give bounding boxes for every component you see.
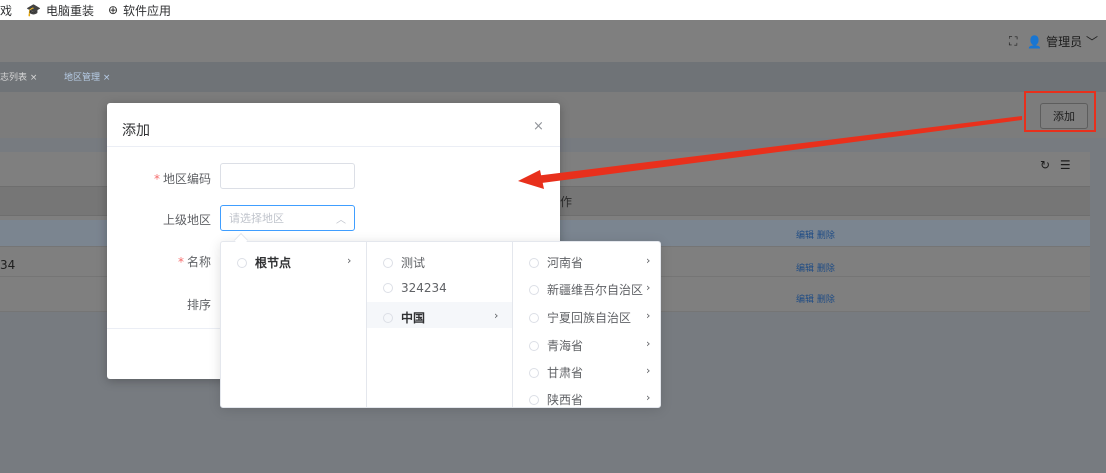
radio-icon[interactable] xyxy=(529,257,539,268)
bookmarks-bar: 戏 🎓 电脑重装 ⊕ 软件应用 xyxy=(0,0,1106,20)
radio-icon[interactable] xyxy=(529,284,539,295)
bookmark-item[interactable]: 戏 xyxy=(0,2,12,19)
radio-icon[interactable] xyxy=(529,312,539,323)
chevron-right-icon: › xyxy=(646,309,651,322)
chevron-right-icon: › xyxy=(646,281,651,294)
field-label-name: * 名称 xyxy=(177,255,211,269)
cascader-option-province[interactable]: 甘肃省 xyxy=(529,364,583,381)
bookmark-item-reinstall[interactable]: 🎓 电脑重装 xyxy=(26,2,94,19)
table-tools: ↻ ☰ xyxy=(1040,158,1071,172)
radio-icon[interactable] xyxy=(529,394,539,405)
row-ops[interactable]: 编辑 删除 xyxy=(796,261,835,274)
header-right: ⛶ 👤 管理员 ﹀ xyxy=(1009,33,1098,50)
parent-region-placeholder: 请选择地区 xyxy=(229,212,284,225)
globe-icon: ⊕ xyxy=(107,3,119,17)
chevron-up-icon: ︿ xyxy=(336,215,346,226)
chevron-right-icon: › xyxy=(494,309,499,322)
column-header-ops: 作 xyxy=(560,195,573,209)
field-label-parent: 上级地区 xyxy=(162,213,211,227)
cascader-option[interactable]: 324234 xyxy=(383,281,447,295)
user-menu[interactable]: 👤 管理员 ﹀ xyxy=(1027,33,1098,50)
chevron-right-icon: › xyxy=(646,337,651,350)
cascader-option-china[interactable]: 中国 xyxy=(383,309,425,326)
column-settings-icon[interactable]: ☰ xyxy=(1060,158,1071,172)
region-code-input[interactable] xyxy=(220,163,355,189)
radio-icon[interactable] xyxy=(383,312,393,323)
app-header xyxy=(0,20,1106,62)
cascader-column-divider xyxy=(512,241,513,408)
chevron-right-icon: › xyxy=(347,254,352,267)
chevron-down-icon: ﹀ xyxy=(1085,35,1098,49)
bookmark-label: 软件应用 xyxy=(123,3,172,18)
cascader-option[interactable]: 测试 xyxy=(383,254,425,271)
row-ops[interactable]: 编辑 删除 xyxy=(796,228,835,241)
bookmark-label: 戏 xyxy=(0,3,13,18)
cascader-option-root[interactable]: 根节点 xyxy=(237,254,291,271)
bookmark-label: 电脑重装 xyxy=(45,3,94,18)
tabs-bar xyxy=(0,62,1106,92)
dialog-title: 添加 xyxy=(122,123,150,139)
radio-icon[interactable] xyxy=(237,257,247,268)
row-ops[interactable]: 编辑 删除 xyxy=(796,292,835,305)
radio-icon[interactable] xyxy=(383,257,393,268)
cascader-option-province[interactable]: 新疆维吾尔自治区 xyxy=(529,281,643,298)
refresh-icon[interactable]: ↻ xyxy=(1040,158,1050,172)
bookmark-item-software[interactable]: ⊕ 软件应用 xyxy=(108,2,171,19)
user-icon: 👤 xyxy=(1027,35,1043,49)
user-name: 管理员 xyxy=(1046,35,1083,49)
tab-region-manage[interactable]: 地区管理 × xyxy=(64,70,110,83)
tab-log-list[interactable]: 志列表 × xyxy=(0,70,37,83)
radio-icon[interactable] xyxy=(529,367,539,378)
chevron-right-icon: › xyxy=(646,254,651,267)
cascader-option-province[interactable]: 宁夏回族自治区 xyxy=(529,309,631,326)
chevron-right-icon: › xyxy=(646,364,651,377)
radio-icon[interactable] xyxy=(529,340,539,351)
fullscreen-icon[interactable]: ⛶ xyxy=(1009,34,1017,49)
close-icon[interactable]: × xyxy=(533,119,544,134)
field-label-order: 排序 xyxy=(186,298,211,312)
cascader-option-province[interactable]: 青海省 xyxy=(529,337,583,354)
graduation-cap-icon: 🎓 xyxy=(26,3,41,17)
dialog-divider xyxy=(107,146,560,147)
cascader-option-province[interactable]: 陕西省 xyxy=(529,391,583,408)
radio-icon[interactable] xyxy=(383,283,393,293)
field-label-code: * 地区编码 xyxy=(153,172,211,186)
table-cell: 34 xyxy=(0,258,16,272)
cascader-option-province[interactable]: 河南省 xyxy=(529,254,583,271)
annotation-highlight-box xyxy=(1024,91,1096,132)
chevron-right-icon: › xyxy=(646,391,651,404)
